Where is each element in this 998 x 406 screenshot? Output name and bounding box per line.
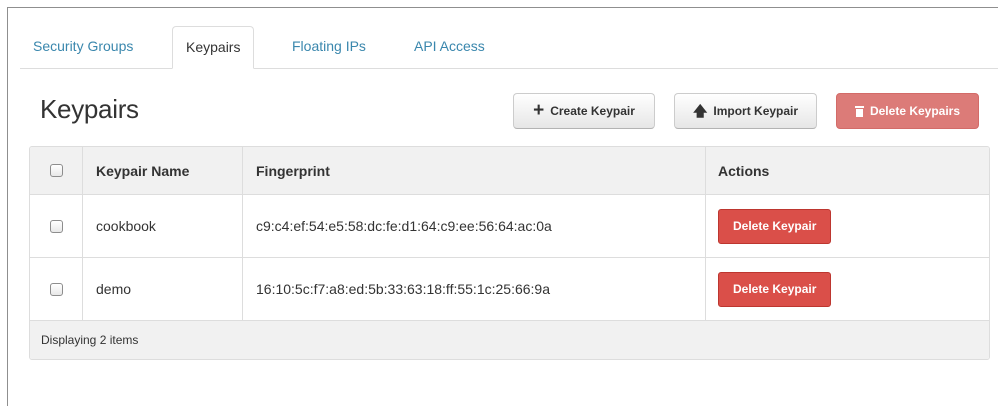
keypair-fingerprint: c9:c4:ef:54:e5:58:dc:fe:d1:64:c9:ee:56:6… bbox=[243, 195, 706, 257]
item-count: Displaying 2 items bbox=[41, 333, 139, 347]
select-all-cell bbox=[30, 147, 83, 194]
tab-keypairs[interactable]: Keypairs bbox=[172, 26, 255, 69]
table-header-row: Keypair Name Fingerprint Actions bbox=[30, 147, 989, 195]
tab-bar: Security Groups Keypairs Floating IPs AP… bbox=[20, 26, 998, 69]
keypairs-table: Keypair Name Fingerprint Actions cookboo… bbox=[29, 146, 990, 360]
page-title: Keypairs bbox=[40, 94, 139, 124]
actions-cell: Delete Keypair bbox=[706, 195, 989, 257]
table-row: demo 16:10:5c:f7:a8:ed:5b:33:63:18:ff:55… bbox=[30, 258, 989, 321]
column-header-fingerprint[interactable]: Fingerprint bbox=[243, 147, 706, 194]
table-footer: Displaying 2 items bbox=[30, 321, 989, 359]
column-header-actions: Actions bbox=[718, 162, 770, 179]
keypair-fingerprint: 16:10:5c:f7:a8:ed:5b:33:63:18:ff:55:1c:2… bbox=[243, 258, 706, 320]
row-select-cell bbox=[30, 258, 83, 320]
delete-keypairs-button[interactable]: Delete Keypairs bbox=[836, 93, 979, 129]
delete-keypair-button-demo[interactable]: Delete Keypair bbox=[718, 271, 832, 307]
import-keypair-button[interactable]: 🡅 Import Keypair bbox=[674, 93, 817, 129]
tab-floating-ips[interactable]: Floating IPs bbox=[279, 26, 379, 67]
keypair-name: demo bbox=[83, 258, 243, 320]
tab-security-groups[interactable]: Security Groups bbox=[20, 26, 146, 67]
select-all-checkbox[interactable] bbox=[49, 164, 63, 177]
trash-icon bbox=[854, 105, 864, 117]
import-keypair-label: Import Keypair bbox=[713, 104, 799, 118]
row-checkbox-demo[interactable] bbox=[49, 282, 63, 296]
window-frame-left bbox=[7, 7, 8, 406]
keypair-name: cookbook bbox=[83, 195, 243, 257]
window-frame-top bbox=[7, 7, 998, 8]
delete-keypairs-label: Delete Keypairs bbox=[869, 104, 961, 118]
upload-arrow-icon: 🡅 bbox=[692, 103, 708, 119]
tab-api-access[interactable]: API Access bbox=[401, 26, 498, 67]
row-select-cell bbox=[30, 195, 83, 257]
create-keypair-label: Create Keypair bbox=[550, 104, 635, 118]
actions-cell: Delete Keypair bbox=[706, 258, 989, 320]
table-row: cookbook c9:c4:ef:54:e5:58:dc:fe:d1:64:c… bbox=[30, 195, 989, 258]
delete-keypair-button-cookbook[interactable]: Delete Keypair bbox=[718, 208, 832, 244]
create-keypair-button[interactable]: + Create Keypair bbox=[513, 93, 655, 129]
row-checkbox-cookbook[interactable] bbox=[49, 219, 63, 233]
column-header-keypair-name[interactable]: Keypair Name bbox=[83, 147, 243, 194]
plus-icon: + bbox=[533, 99, 545, 121]
